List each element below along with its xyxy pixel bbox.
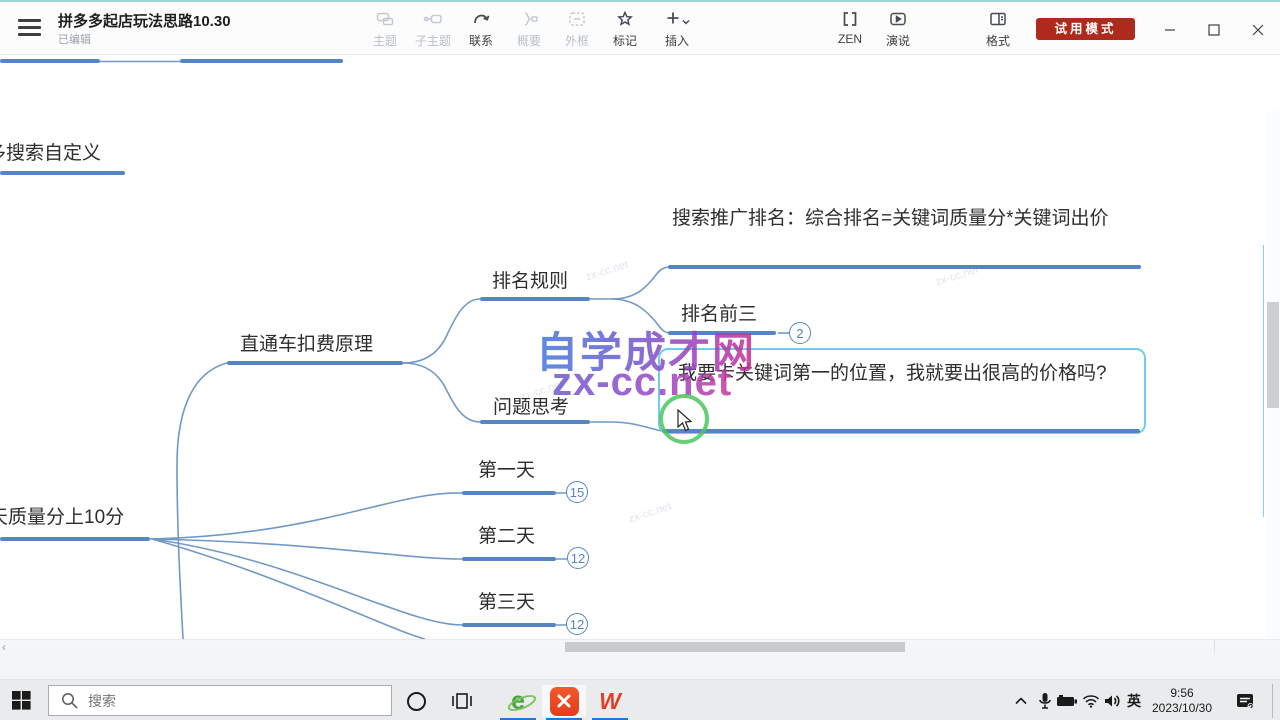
zen-brackets-icon bbox=[827, 9, 873, 31]
horizontal-scrollbar-thumb[interactable] bbox=[565, 642, 905, 652]
clipped-top-node-underline bbox=[180, 59, 343, 63]
collapsed-count-badge[interactable]: 12 bbox=[566, 613, 588, 635]
close-button[interactable] bbox=[1245, 18, 1271, 42]
node-underline bbox=[480, 297, 590, 301]
windows-taskbar: e W 英 9:56 2023/10/30 bbox=[0, 680, 1280, 720]
task-view-icon bbox=[451, 692, 473, 710]
start-button[interactable] bbox=[12, 691, 36, 711]
minimize-icon bbox=[1164, 24, 1176, 36]
node-ranking-rule[interactable]: 排名规则 bbox=[492, 266, 568, 293]
ie-taskbar-button[interactable]: e bbox=[496, 685, 540, 717]
node-underline bbox=[227, 361, 403, 365]
windows-logo-icon bbox=[12, 691, 31, 710]
toolbar-button-marker[interactable]: 标记 bbox=[602, 9, 648, 51]
notification-icon bbox=[1236, 693, 1255, 710]
toolbar-button-insert[interactable]: 插入 bbox=[650, 9, 704, 51]
collapsed-count-badge[interactable]: 15 bbox=[566, 481, 588, 503]
format-panel-icon bbox=[975, 9, 1021, 31]
node-underline bbox=[462, 623, 556, 627]
app-toolbar: 拼多多起店玩法思路10.30 已编辑 主题 子主题 联系 概要 外框 标记 插 bbox=[0, 2, 1280, 55]
page-edge-line bbox=[1263, 245, 1264, 517]
ime-indicator[interactable]: 英 bbox=[1127, 691, 1141, 711]
maximize-button[interactable] bbox=[1201, 18, 1227, 42]
tray-wifi-button[interactable] bbox=[1080, 691, 1102, 711]
taskbar-search[interactable] bbox=[48, 685, 392, 716]
node-underline bbox=[462, 557, 556, 561]
show-desktop-divider[interactable] bbox=[1272, 684, 1273, 718]
node-underline bbox=[668, 265, 1141, 269]
node-underline bbox=[480, 420, 590, 424]
horizontal-scrollbar[interactable]: ‹ bbox=[0, 639, 1280, 653]
search-input[interactable] bbox=[88, 693, 348, 709]
toolbar-button-subtopic[interactable]: 子主题 bbox=[410, 9, 456, 51]
node-underline bbox=[662, 429, 1140, 433]
task-view-button[interactable] bbox=[440, 685, 484, 717]
clipped-top-node-underline bbox=[0, 59, 100, 63]
cortana-icon bbox=[406, 691, 427, 712]
relation-arrow-icon bbox=[458, 9, 504, 31]
taskbar-clock[interactable]: 9:56 2023/10/30 bbox=[1147, 686, 1217, 716]
mouse-cursor bbox=[677, 409, 694, 433]
node-day3[interactable]: 第三天 bbox=[478, 587, 535, 614]
maximize-icon bbox=[1208, 24, 1220, 36]
microphone-icon bbox=[1038, 692, 1052, 710]
node-search-custom[interactable]: 多搜索自定义 bbox=[0, 138, 101, 165]
subtopic-icon bbox=[410, 9, 456, 31]
speaker-icon bbox=[1104, 694, 1122, 708]
collapsed-count-badge[interactable]: 12 bbox=[567, 547, 589, 569]
scrollbar-divider bbox=[1214, 640, 1215, 654]
internet-explorer-icon: e bbox=[511, 689, 525, 714]
node-underline bbox=[0, 537, 150, 541]
xmind-window: 拼多多起店玩法思路10.30 已编辑 主题 子主题 联系 概要 外框 标记 插 bbox=[0, 0, 1280, 720]
plus-icon bbox=[650, 9, 704, 31]
search-icon bbox=[61, 692, 78, 709]
tray-battery-button[interactable] bbox=[1056, 691, 1078, 711]
tray-volume-button[interactable] bbox=[1102, 691, 1124, 711]
node-quality-score[interactable]: 天质量分上10分 bbox=[0, 502, 124, 529]
close-icon bbox=[1252, 24, 1264, 36]
cortana-button[interactable] bbox=[394, 685, 438, 717]
document-status: 已编辑 bbox=[58, 31, 91, 47]
node-day2[interactable]: 第二天 bbox=[478, 521, 535, 548]
toolbar-button-present[interactable]: 演说 bbox=[875, 9, 921, 51]
collapsed-count-badge[interactable]: 2 bbox=[789, 322, 811, 344]
xmind-icon bbox=[550, 687, 579, 716]
star-icon bbox=[602, 9, 648, 31]
chevron-up-icon bbox=[1014, 696, 1028, 706]
wps-icon: W bbox=[599, 688, 621, 715]
summary-brace-icon bbox=[506, 9, 552, 31]
action-center-button[interactable] bbox=[1234, 691, 1256, 711]
toolbar-button-format[interactable]: 格式 bbox=[975, 9, 1021, 51]
clock-date: 2023/10/30 bbox=[1147, 701, 1217, 716]
wps-taskbar-button[interactable]: W bbox=[588, 685, 632, 717]
scroll-left-icon[interactable]: ‹ bbox=[2, 641, 12, 653]
play-icon bbox=[875, 9, 921, 31]
tray-microphone-button[interactable] bbox=[1034, 691, 1056, 711]
toolbar-button-boundary[interactable]: 外框 bbox=[554, 9, 600, 51]
topic-icon bbox=[362, 9, 408, 31]
toolbar-button-relation[interactable]: 联系 bbox=[458, 9, 504, 51]
minimize-button[interactable] bbox=[1157, 18, 1183, 42]
node-day1[interactable]: 第一天 bbox=[478, 455, 535, 482]
vertical-scrollbar-thumb[interactable] bbox=[1267, 302, 1279, 408]
mindmap-canvas[interactable]: zx-cc.net zx-cc.net zx-cc.net zx-cc.net … bbox=[0, 55, 1280, 639]
node-ranking-formula[interactable]: 搜索推广排名：综合排名=关键词质量分*关键词出价 bbox=[672, 205, 1134, 232]
watermark-site-url: zx-cc.net bbox=[552, 360, 732, 405]
toolbar-button-summary[interactable]: 概要 bbox=[506, 9, 552, 51]
toolbar-button-topic[interactable]: 主题 bbox=[362, 9, 408, 51]
tray-chevron-button[interactable] bbox=[1010, 691, 1032, 711]
boundary-frame-icon bbox=[554, 9, 600, 31]
xmind-taskbar-button[interactable] bbox=[542, 685, 586, 717]
node-underline bbox=[0, 171, 125, 175]
node-underline bbox=[462, 491, 556, 495]
trial-mode-button[interactable]: 试用模式 bbox=[1036, 18, 1135, 40]
wifi-icon bbox=[1082, 694, 1100, 708]
toolbar-button-zen[interactable]: ZEN bbox=[827, 9, 873, 51]
window-bottom-strip bbox=[0, 653, 1280, 680]
clock-time: 9:56 bbox=[1147, 686, 1217, 701]
node-pay-principle[interactable]: 直通车扣费原理 bbox=[240, 329, 373, 356]
battery-icon bbox=[1056, 695, 1078, 707]
menu-icon[interactable] bbox=[18, 19, 41, 37]
document-title: 拼多多起店玩法思路10.30 bbox=[58, 10, 231, 31]
